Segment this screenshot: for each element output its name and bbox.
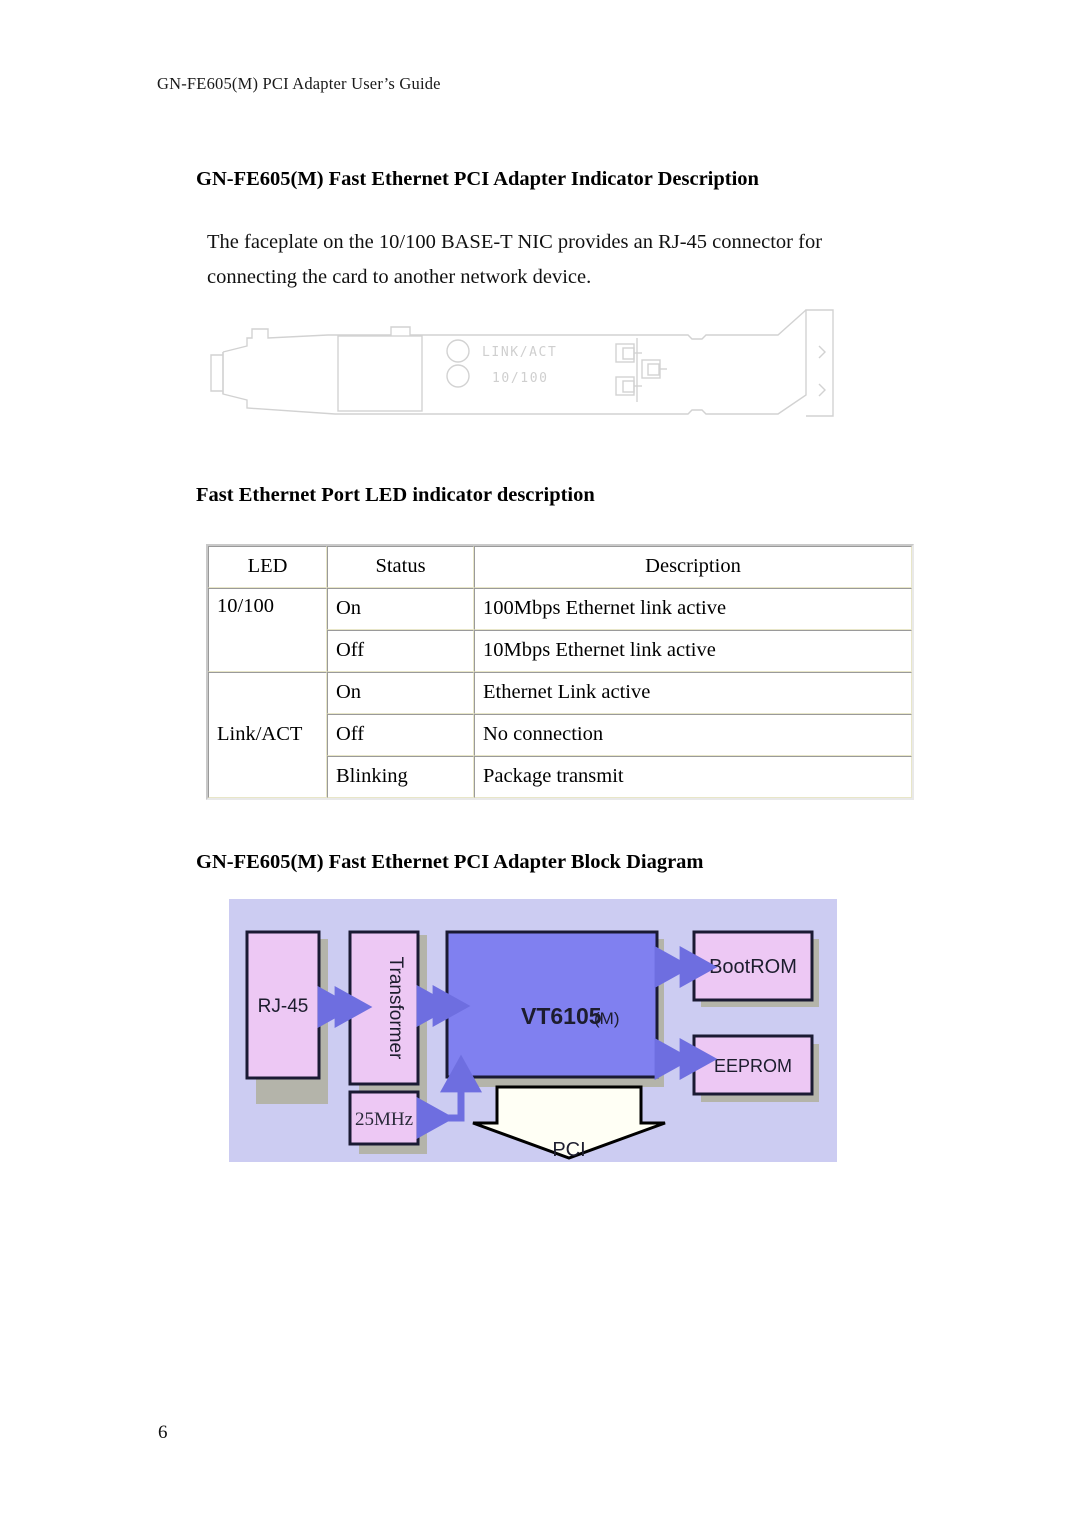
block-rj45: RJ-45 [245, 930, 321, 1080]
page-number: 6 [158, 1422, 168, 1443]
table-header-row: LED Status Description [208, 546, 912, 588]
section-heading-block-diagram: GN-FE605(M) Fast Ethernet PCI Adapter Bl… [196, 851, 704, 873]
table-row: 10/100 On 100Mbps Ethernet link active [208, 588, 912, 672]
column-header-description: Description [474, 546, 912, 588]
running-header: GN-FE605(M) PCI Adapter User’s Guide [157, 74, 441, 93]
led-indicator-table: LED Status Description 10/100 On 100Mbps… [206, 544, 914, 800]
table-row: Link/ACT On Ethernet Link active [208, 672, 912, 798]
block-label-transformer: Transformer [385, 957, 406, 1060]
cell-status: Off [327, 714, 474, 756]
block-pci-bus: PCI [472, 1085, 666, 1161]
faceplate-led-label-10-100: 10/100 [492, 371, 549, 386]
document-page: GN-FE605(M) PCI Adapter User’s Guide GN-… [0, 0, 1080, 1528]
cell-description: Ethernet Link active [474, 672, 912, 714]
cell-led-group-10-100: 10/100 [208, 588, 327, 672]
block-chip-vt6105: VT6105 (M) [445, 930, 659, 1079]
block-label-rj45: RJ-45 [258, 996, 309, 1017]
cell-status: On [327, 672, 474, 714]
block-label-vt6105: VT6105 [521, 1003, 602, 1029]
block-diagram-figure: RJ-45 Transformer 25MHz VT6105 (M) BootR… [229, 899, 837, 1162]
indicator-description-paragraph: The faceplate on the 10/100 BASE-T NIC p… [207, 225, 910, 295]
column-header-status: Status [327, 546, 474, 588]
cell-description: Package transmit [474, 756, 912, 798]
block-bootrom: BootROM [692, 930, 814, 1002]
faceplate-led-label-link-act: LINK/ACT [482, 345, 557, 360]
connector-chip-clock [416, 1054, 482, 1139]
block-label-pci: PCI [552, 1139, 585, 1161]
cell-description: 100Mbps Ethernet link active [474, 588, 912, 630]
block-label-bootrom: BootROM [709, 956, 797, 978]
cell-led-group-link-act: Link/ACT [208, 672, 327, 798]
cell-status: Off [327, 630, 474, 672]
block-label-vt6105-suffix: (M) [594, 1009, 619, 1028]
cell-status: On [327, 588, 474, 630]
cell-description: 10Mbps Ethernet link active [474, 630, 912, 672]
cell-status: Blinking [327, 756, 474, 798]
paragraph-line-1: The faceplate on the 10/100 BASE-T NIC p… [207, 231, 823, 253]
cell-description: No connection [474, 714, 912, 756]
section-heading-indicator-description: GN-FE605(M) Fast Ethernet PCI Adapter In… [196, 168, 759, 190]
block-eeprom: EEPROM [692, 1034, 814, 1096]
faceplate-diagram: LINK/ACT 10/100 [205, 298, 835, 428]
paragraph-line-2: connecting the card to another network d… [207, 266, 592, 288]
column-header-led: LED [208, 546, 327, 588]
block-label-eeprom: EEPROM [714, 1056, 792, 1076]
block-label-25mhz: 25MHz [355, 1109, 413, 1130]
section-heading-led-indicator: Fast Ethernet Port LED indicator descrip… [196, 484, 595, 506]
block-transformer: Transformer [348, 930, 420, 1086]
block-clock: 25MHz [348, 1090, 420, 1146]
led-indicator-table-wrapper: LED Status Description 10/100 On 100Mbps… [206, 544, 914, 800]
